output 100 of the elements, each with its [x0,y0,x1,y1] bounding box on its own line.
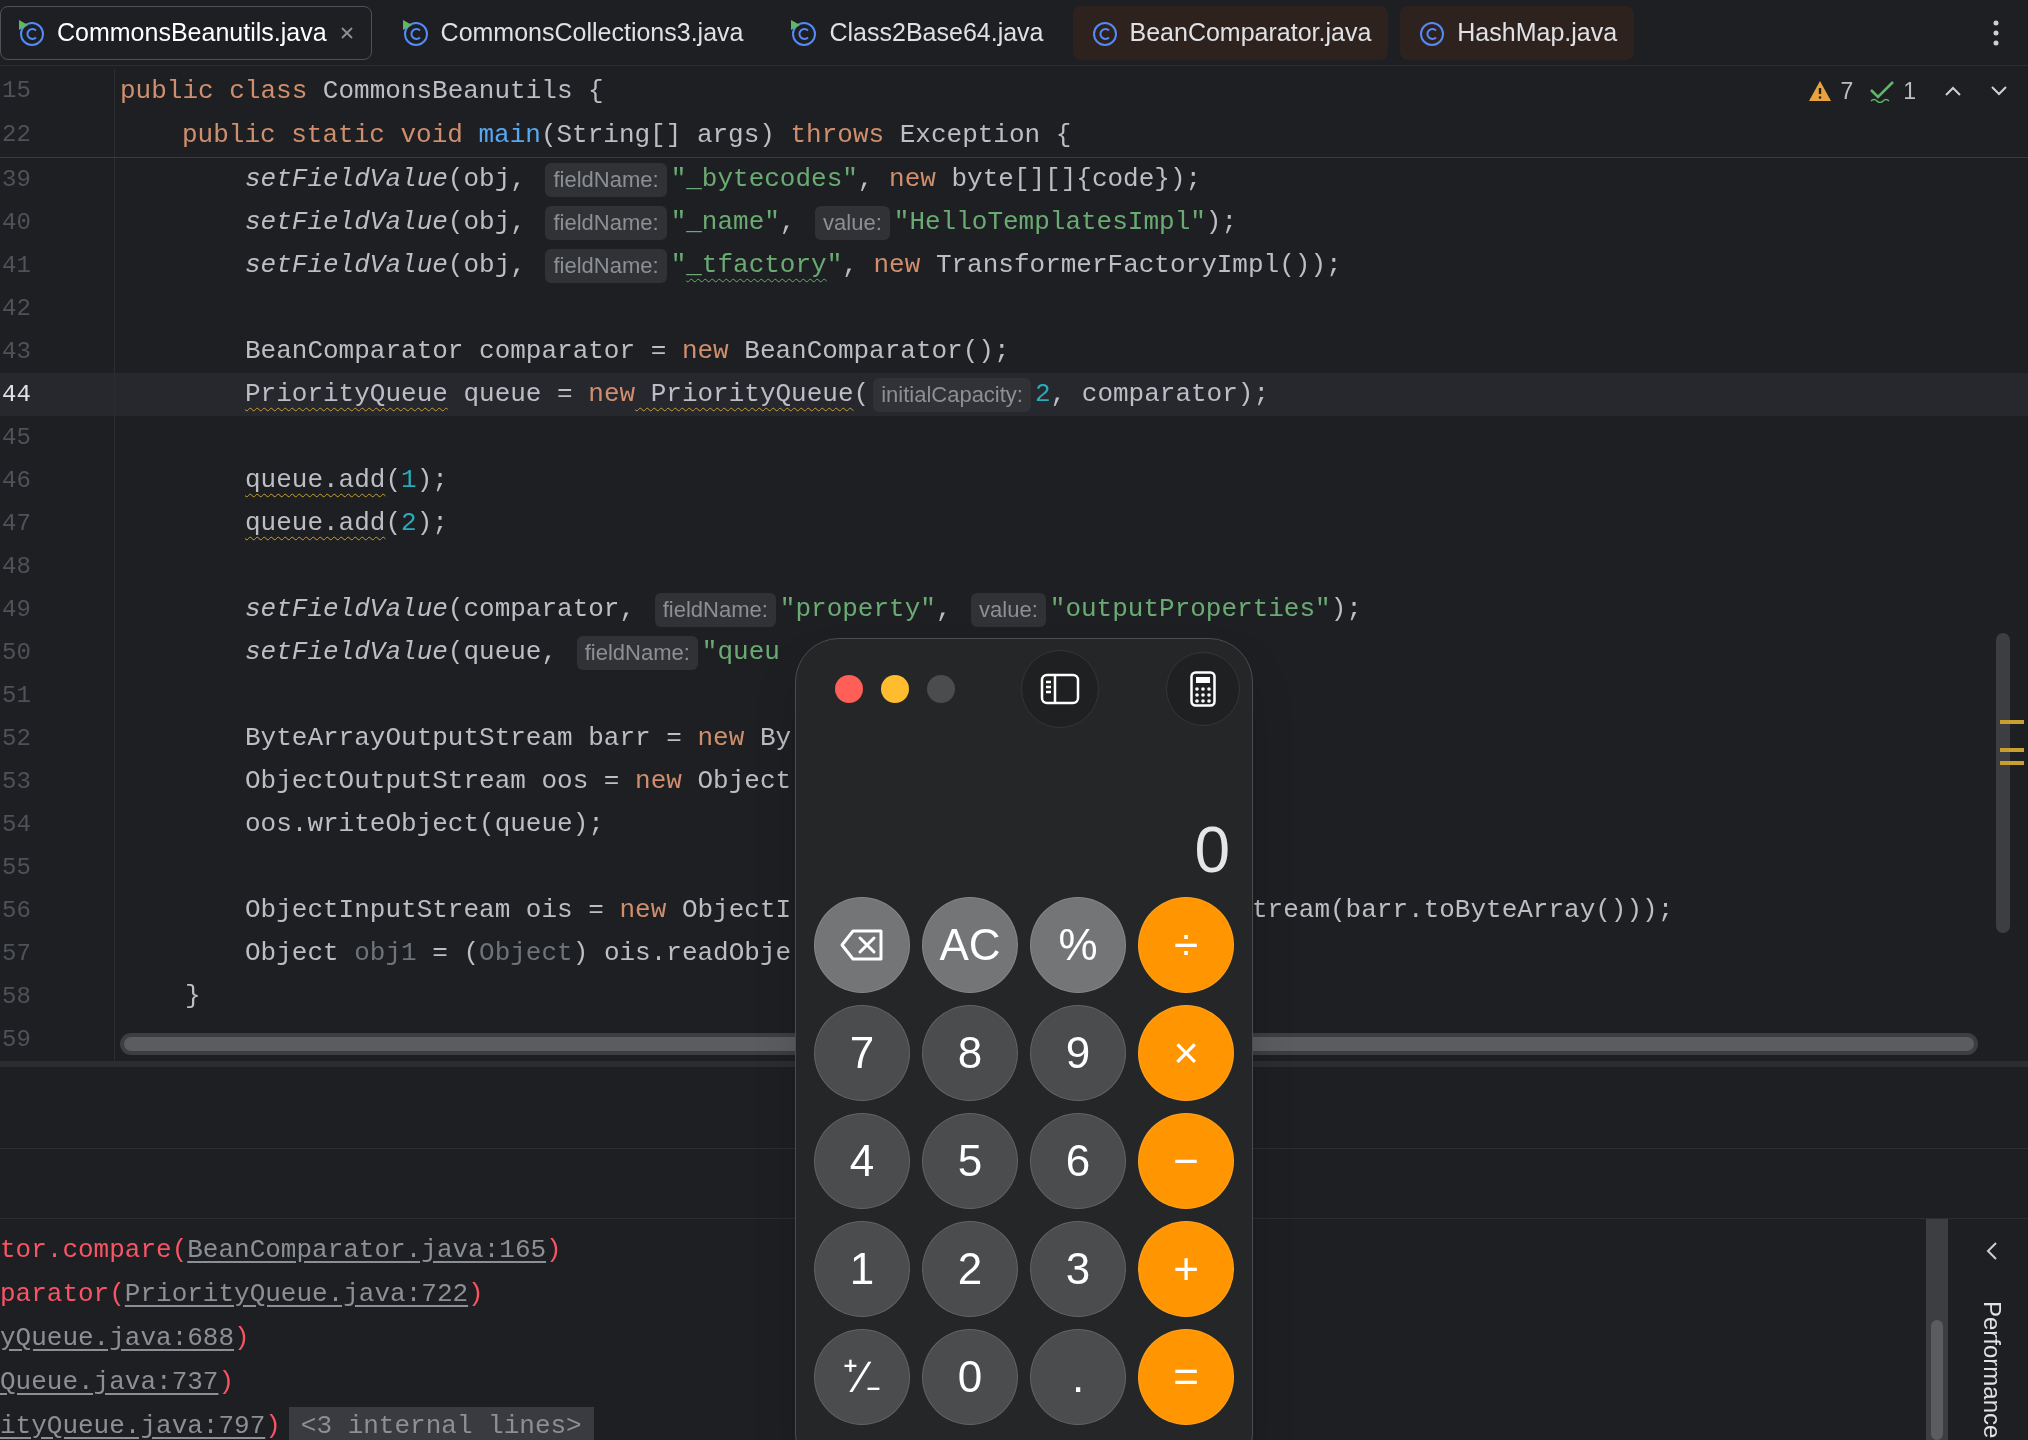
calculator-key[interactable]: 9 [1030,1005,1126,1101]
warning-count: 7 [1840,76,1854,106]
code-text: setFieldValue [245,593,448,626]
code-text: setFieldValue [245,163,448,196]
minimize-button[interactable] [881,675,909,703]
code-text: " [826,249,843,282]
code-line: } [185,980,201,1013]
editor-tab[interactable]: BeanComparator.java [1072,5,1389,60]
code-text: new [588,378,636,411]
code-line: BeanComparator comparator = new BeanComparator(); [245,335,1010,368]
code-line: ObjectOutputStream oos = new Object [245,765,792,798]
source-link[interactable]: BeanComparator.java:165 [187,1230,547,1270]
warning-marker[interactable] [2000,761,2024,765]
code-text: , [857,163,875,196]
calculator-key[interactable]: ⁺∕₋ [814,1329,910,1425]
code-line: ObjectInputStream ois = new ObjectI [245,894,792,927]
calculator-key[interactable]: % [1030,897,1126,993]
calculator-key[interactable]: . [1030,1329,1126,1425]
code-text: ); [1330,593,1362,626]
warning-marker[interactable] [2000,748,2024,752]
horizontal-scrollbar[interactable] [120,1033,795,1055]
parameter-hint: fieldName: [545,205,667,240]
backspace-icon [839,928,885,962]
calculator-key[interactable]: 7 [814,1005,910,1101]
console-text: tor.compare( [0,1233,188,1267]
code-text: byte[][]{code}); [950,163,1202,196]
code-text: (queue, [447,636,559,669]
parameter-hint: fieldName: [576,635,698,670]
calculator-key[interactable]: 6 [1030,1113,1126,1209]
parameter-hint: fieldName: [545,162,667,197]
console-text: ) [468,1277,484,1311]
calculator-key[interactable]: AC [922,897,1018,993]
calculator-key[interactable]: 0 [922,1329,1018,1425]
calculator-key[interactable]: 2 [922,1221,1018,1317]
code-line: ByteArrayOutputStream barr = new By [245,722,792,755]
chevron-left-icon[interactable] [1986,1241,1998,1261]
console-text: parator( [0,1277,125,1311]
parameter-hint: value: [815,205,890,240]
more-icon[interactable] [1992,19,2000,46]
code-line: queue.add(2); [245,507,448,540]
code-text: setFieldValue [245,636,448,669]
parameter-hint: initialCapacity: [873,377,1031,412]
code-line: public static void main(String[] args) throws Exception { [182,118,1072,152]
editor-tab[interactable]: CommonsBeanutils.java [0,5,372,60]
code-line: Object obj1 = (Object) ois.readObje [245,937,792,970]
vertical-scrollbar[interactable] [1996,633,2010,933]
passed-count: 1 [1903,76,1916,106]
performance-tab[interactable]: Performance [1974,1301,2010,1439]
warning-marker[interactable] [2000,720,2024,724]
code-text: PriorityQueue [649,378,854,411]
console-text: ) [265,1409,281,1440]
code-text: "_name" [670,206,780,239]
code-text: PriorityQueue [245,378,448,411]
code-text: , [935,593,953,626]
calculator-display: 0 [1194,818,1230,882]
code-text: (obj, [447,163,527,196]
calculator-key[interactable]: 4 [814,1113,910,1209]
calculator-key[interactable]: 5 [922,1113,1018,1209]
console-text: ) [546,1233,562,1267]
code-text: "property" [779,593,936,626]
parameter-hint: fieldName: [545,248,667,283]
calculator-key[interactable]: 1 [814,1221,910,1317]
close-icon[interactable] [338,24,355,41]
code-text: , [779,206,797,239]
code-text: ( [853,378,870,411]
code-text: (obj, [447,249,527,282]
close-button[interactable] [835,675,863,703]
code-text: , comparator); [1050,378,1270,411]
line-number: 44 [2,379,31,410]
calculator-key[interactable]: 3 [1030,1221,1126,1317]
code-line: queue.add(1); [245,464,448,497]
code-text: "outputProperties" [1049,593,1331,626]
source-link[interactable]: yQueue.java:688 [0,1318,235,1358]
calculator-icon [1190,671,1216,707]
code-text: "HelloTemplatesImpl" [893,206,1206,239]
console-text: ) [218,1365,235,1399]
code-text: new [873,249,921,282]
code-text: "queu [701,636,780,669]
editor-tab[interactable]: HashMap.java [1400,5,1635,60]
parameter-hint: fieldName: [654,592,776,627]
code-text: 2 [1035,378,1051,411]
code-text: _tfactory [686,249,827,282]
source-link[interactable]: ityQueue.java:797 [0,1406,266,1440]
horizontal-scrollbar[interactable] [1253,1033,1978,1055]
code-text: " [670,249,687,282]
source-link[interactable]: Queue.java:737 [0,1362,219,1402]
code-text: "_bytecodes" [670,163,858,196]
check-icon[interactable] [1869,79,1896,103]
code-text: (comparator, [447,593,637,626]
code-line: oos.writeObject(queue); [245,808,604,841]
code-text: new [889,163,936,196]
chevron-down-icon[interactable] [1990,85,2008,97]
code-text: setFieldValue [245,206,448,239]
source-link[interactable]: PriorityQueue.java:722 [124,1274,469,1314]
code-line: public class CommonsBeanutils { [120,74,604,108]
parameter-hint: value: [971,592,1046,627]
calculator-key[interactable]: 8 [922,1005,1018,1101]
warning-icon[interactable] [1808,80,1833,102]
chevron-up-icon[interactable] [1944,85,1962,97]
console-scrollbar[interactable] [1926,1219,1948,1440]
